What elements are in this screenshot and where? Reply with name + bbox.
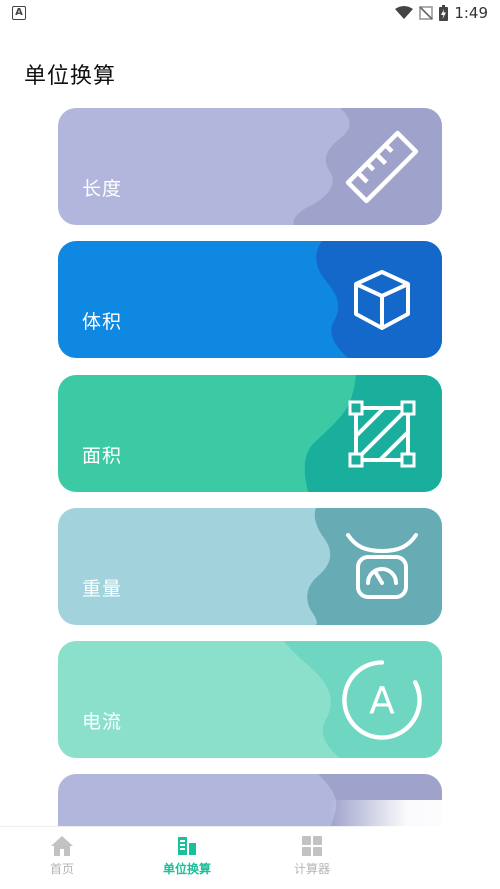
- signal-off-icon: [419, 6, 434, 20]
- area-square-icon: [348, 400, 416, 467]
- card-area[interactable]: 面积: [58, 375, 442, 492]
- cube-icon: [354, 269, 410, 330]
- card-label: 体积: [82, 311, 123, 333]
- page-title: 单位换算: [24, 64, 117, 89]
- nav-label: 单位换算: [162, 862, 211, 876]
- ruler-icon: [345, 130, 419, 203]
- nav-item-home[interactable]: 首页: [22, 835, 102, 877]
- home-icon: [51, 836, 73, 856]
- nav-item-convert[interactable]: 单位换算: [147, 835, 227, 877]
- convert-icon: [178, 837, 196, 855]
- card-current[interactable]: 电流 A: [58, 641, 442, 758]
- card-label: 电流: [82, 711, 123, 733]
- app-notification-icon: A: [12, 6, 26, 20]
- battery-charging-icon: [439, 5, 449, 21]
- card-label: 面积: [82, 445, 123, 467]
- status-bar: A 1:49: [0, 0, 500, 30]
- card-label: 长度: [82, 178, 123, 200]
- ampere-icon: A: [342, 659, 422, 740]
- nav-label: 计算器: [293, 862, 330, 876]
- card-label: 重量: [82, 578, 123, 600]
- calculator-icon: [302, 836, 322, 856]
- nav-item-calculator[interactable]: 计算器: [272, 835, 352, 877]
- card-weight[interactable]: 重量: [58, 508, 442, 625]
- scale-icon: [346, 532, 418, 599]
- wifi-icon: [395, 6, 414, 19]
- card-volume[interactable]: 体积: [58, 241, 442, 358]
- nav-label: 首页: [49, 862, 74, 876]
- svg-text:A: A: [369, 678, 395, 722]
- card-length[interactable]: 长度: [58, 108, 442, 225]
- status-time: 1:49: [454, 4, 488, 22]
- bottom-nav: 首页 单位换算 计算器: [0, 826, 500, 889]
